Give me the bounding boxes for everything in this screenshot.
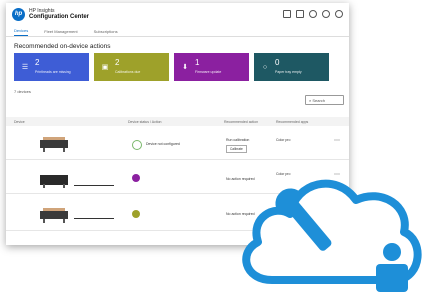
top-bar: hp HP Insights Configuration Center	[6, 3, 349, 25]
status-text[interactable]: Device not configured	[146, 142, 180, 146]
printer-image	[40, 208, 68, 223]
printhead-icon: ☰	[21, 64, 29, 71]
recommended-action: Run calibration	[226, 138, 250, 142]
paper-icon: ○	[262, 63, 268, 71]
table-header: Device Device status / Action Recommende…	[6, 117, 349, 126]
table-row[interactable]: Device not configured Run calibration Ca…	[6, 129, 349, 160]
cloud-wrench-icon	[242, 179, 422, 292]
card-paper[interactable]: ○ 0 Paper tray empty	[254, 53, 329, 81]
calibration-icon: ▣	[101, 64, 109, 71]
card-label: Printheads are missing	[35, 70, 71, 74]
brand-line2: Configuration Center	[29, 14, 89, 20]
col-status[interactable]: Device status / Action	[128, 120, 161, 124]
printer-image	[40, 173, 68, 188]
col-apps[interactable]: Recommended apps	[276, 120, 308, 124]
col-device[interactable]: Device	[14, 120, 25, 124]
top-icons	[283, 10, 343, 18]
more-icon[interactable]: ⋯	[334, 137, 340, 144]
tab-subscriptions[interactable]: Subscriptions	[94, 29, 118, 36]
action-cards: ☰ 2 Printheads are missing ▣ 2 Calibrati…	[6, 53, 349, 81]
device-count: 7 devices	[14, 89, 31, 94]
calibrate-button[interactable]: Calibrate	[226, 145, 247, 153]
help-icon[interactable]	[322, 10, 330, 18]
search-placeholder: Search	[312, 97, 326, 103]
firmware-status-icon	[132, 174, 140, 182]
printer-image	[40, 137, 68, 152]
card-number: 1	[195, 58, 200, 67]
brand: HP Insights Configuration Center	[29, 8, 89, 20]
card-label: Paper tray empty	[275, 70, 302, 74]
config-icon	[132, 140, 142, 150]
tabs: Devices Fleet Management Subscriptions	[6, 25, 349, 37]
card-label: Calibrations due	[115, 70, 141, 74]
hp-logo: hp	[12, 7, 25, 21]
search-input[interactable]: ⌕ Search	[305, 95, 344, 105]
calendar-icon[interactable]	[296, 10, 304, 18]
card-calibrations[interactable]: ▣ 2 Calibrations due	[94, 53, 169, 81]
recommended-app[interactable]: Color pro	[276, 138, 290, 142]
section-title: Recommended on-device actions	[14, 43, 111, 50]
card-number: 2	[35, 58, 40, 67]
card-number: 0	[275, 58, 280, 67]
tab-fleet[interactable]: Fleet Management	[44, 29, 77, 36]
card-firmware[interactable]: ⬇ 1 Firmware update	[174, 53, 249, 81]
grid-icon[interactable]	[283, 10, 291, 18]
card-printheads[interactable]: ☰ 2 Printheads are missing	[14, 53, 89, 81]
tab-devices[interactable]: Devices	[14, 28, 29, 36]
calibration-status-icon	[132, 210, 140, 218]
device-name-line	[74, 218, 114, 219]
col-recommended[interactable]: Recommended action	[224, 120, 258, 124]
device-name-line	[74, 185, 114, 186]
firmware-icon: ⬇	[182, 64, 188, 71]
user-icon[interactable]	[335, 10, 343, 18]
card-number: 2	[115, 58, 120, 67]
card-label: Firmware update	[195, 70, 222, 74]
settings-icon[interactable]	[309, 10, 317, 18]
